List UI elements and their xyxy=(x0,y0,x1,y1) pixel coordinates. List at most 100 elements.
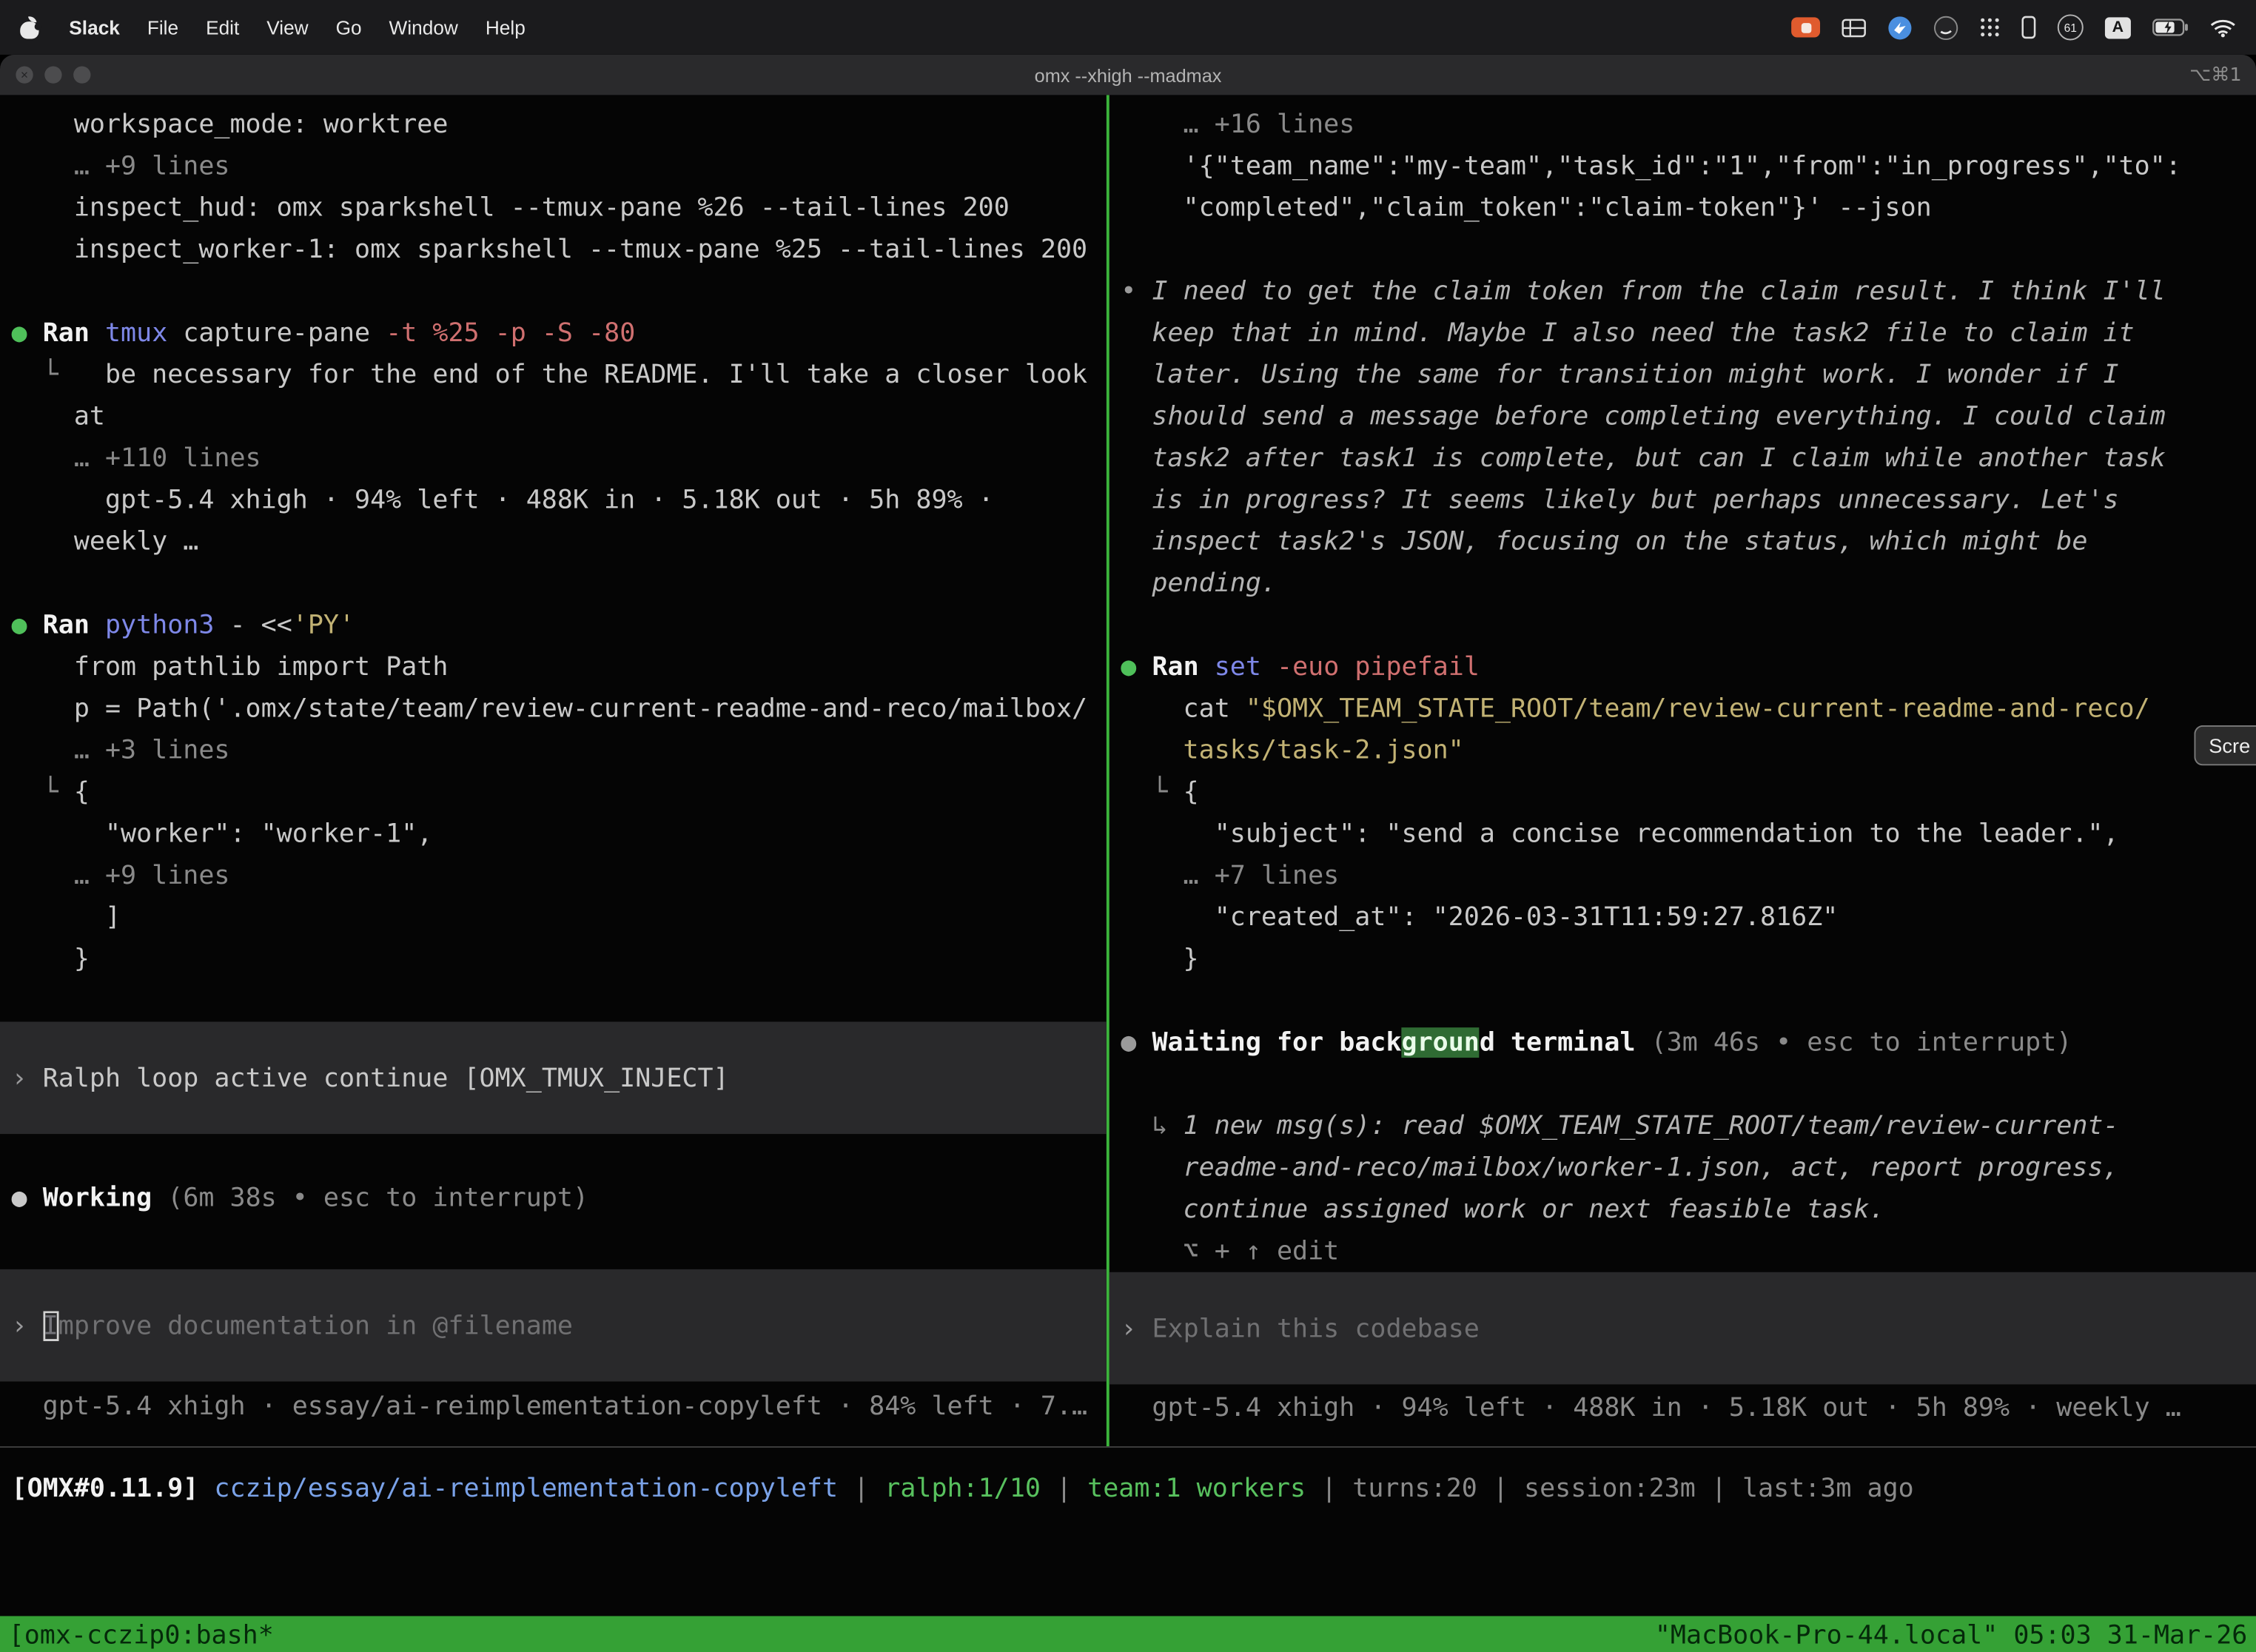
dark-circle-icon[interactable] xyxy=(1934,15,1958,39)
inject-banner-text: › Ralph loop active continue [OMX_TMUX_I… xyxy=(0,1057,1107,1098)
terminal-line: ● Ran tmux capture-pane -t %25 -p -S -80 xyxy=(0,312,1107,354)
terminal-line: … +7 lines xyxy=(1109,855,2256,896)
terminal-line: ] xyxy=(0,896,1107,938)
terminal-line: … +16 lines xyxy=(1109,104,2256,145)
model-status-left: gpt-5.4 xhigh · essay/ai-reimplementatio… xyxy=(0,1386,1107,1427)
battery-icon[interactable] xyxy=(2152,19,2189,36)
composer-left[interactable]: › Improve documentation in @filename xyxy=(0,1269,1107,1382)
terminal-line: ⌥ + ↑ edit xyxy=(1109,1230,2256,1272)
omx-status-area: [OMX#0.11.9] cczip/essay/ai-reimplementa… xyxy=(0,1468,2256,1616)
terminal-line: … +3 lines xyxy=(0,730,1107,771)
text-cursor: I xyxy=(43,1310,58,1340)
composer-prompt-icon: › xyxy=(12,1310,43,1340)
menu-window[interactable]: Window xyxy=(389,16,458,38)
inject-banner: › Ralph loop active continue [OMX_TMUX_I… xyxy=(0,1021,1107,1134)
window-title: omx --xhigh --madmax xyxy=(1035,64,1222,86)
terminal-line: readme-and-reco/mailbox/worker-1.json, a… xyxy=(1109,1147,2256,1189)
terminal-line: '{"team_name":"my-team","task_id":"1","f… xyxy=(1109,145,2256,187)
dots-grid-icon[interactable] xyxy=(1980,17,2000,37)
menu-file[interactable]: File xyxy=(147,16,178,38)
terminal-line xyxy=(0,563,1107,604)
terminal-line: ● Ran set -euo pipefail xyxy=(1109,646,2256,688)
terminal-line: cat "$OMX_TEAM_STATE_ROOT/team/review-cu… xyxy=(1109,688,2256,729)
terminal-line: ● Ran python3 - <<'PY' xyxy=(0,605,1107,646)
terminal-line: "created_at": "2026-03-31T11:59:27.816Z" xyxy=(1109,896,2256,938)
close-button[interactable]: × xyxy=(16,66,33,83)
right-pane-output: … +16 lines '{"team_name":"my-team","tas… xyxy=(1109,95,2256,1272)
terminal-line: "subject": "send a concise recommendatio… xyxy=(1109,813,2256,855)
traffic-lights: × xyxy=(16,66,90,83)
terminal-line: } xyxy=(1109,939,2256,980)
menu-bar-status-icons: 61 A xyxy=(1791,14,2236,40)
menu-help[interactable]: Help xyxy=(486,16,526,38)
menu-bar: Slack File Edit View Go Window Help 61 A xyxy=(0,0,2256,55)
terminal-window: × omx --xhigh --madmax ⌥⌘1 workspace_mod… xyxy=(0,55,2256,1652)
battery-percentage-icon[interactable]: 61 xyxy=(2058,14,2084,40)
tmux-session-label: [omx-cczip0:bash* xyxy=(9,1620,274,1651)
apple-menu-icon[interactable] xyxy=(20,16,41,38)
terminal-line xyxy=(0,271,1107,312)
terminal-line: inspect task2's JSON, focusing on the st… xyxy=(1109,521,2256,563)
terminal-line xyxy=(1109,980,2256,1021)
screen-recording-icon[interactable] xyxy=(1791,17,1820,37)
working-status: ● Working (6m 38s • esc to interrupt) xyxy=(0,1177,1107,1218)
left-pane-output: workspace_mode: worktree … +9 lines insp… xyxy=(0,95,1107,1021)
terminal-line xyxy=(1109,1064,2256,1105)
menu-view[interactable]: View xyxy=(266,16,308,38)
window-grid-icon[interactable] xyxy=(1842,18,1866,36)
menu-edit[interactable]: Edit xyxy=(206,16,239,38)
menu-go[interactable]: Go xyxy=(336,16,362,38)
terminal-line: └ { xyxy=(0,771,1107,813)
terminal-line: └ be necessary for the end of the README… xyxy=(0,354,1107,395)
menu-bar-left: Slack File Edit View Go Window Help xyxy=(20,16,526,38)
terminal-line: should send a message before completing … xyxy=(1109,396,2256,437)
terminal-line: … +9 lines xyxy=(0,145,1107,187)
screen: Slack File Edit View Go Window Help 61 A xyxy=(0,0,2256,1652)
terminal-line: at xyxy=(0,396,1107,437)
tmux-panes: workspace_mode: worktree … +9 lines insp… xyxy=(0,95,2256,1448)
minimize-button[interactable] xyxy=(44,66,61,83)
omx-status-line: [OMX#0.11.9] cczip/essay/ai-reimplementa… xyxy=(0,1468,2256,1509)
blue-circle-icon[interactable] xyxy=(1887,15,1912,39)
tmux-status-bar[interactable]: [omx-cczip0:bash* "MacBook-Pro-44.local"… xyxy=(0,1616,2256,1652)
zoom-button[interactable] xyxy=(73,66,90,83)
terminal-line xyxy=(1109,605,2256,646)
left-terminal-pane[interactable]: workspace_mode: worktree … +9 lines insp… xyxy=(0,95,1107,1446)
title-bar[interactable]: × omx --xhigh --madmax ⌥⌘1 xyxy=(0,55,2256,95)
terminal-line: "completed","claim_token":"claim-token"}… xyxy=(1109,187,2256,229)
window-shortcut-hint: ⌥⌘1 xyxy=(2189,55,2241,95)
screen-overlay-tooltip: Scre xyxy=(2195,725,2256,765)
wifi-icon[interactable] xyxy=(2210,18,2236,36)
composer-right-line: › Explain this codebase xyxy=(1109,1307,2256,1349)
terminal-line: pending. xyxy=(1109,563,2256,604)
terminal-line: inspect_hud: omx sparkshell --tmux-pane … xyxy=(0,187,1107,229)
input-source-icon[interactable]: A xyxy=(2105,16,2131,38)
terminal-line: from pathlib import Path xyxy=(0,646,1107,688)
terminal-line: later. Using the same for transition mig… xyxy=(1109,354,2256,395)
terminal-line xyxy=(1109,229,2256,270)
composer-left-line: › Improve documentation in @filename xyxy=(0,1305,1107,1346)
menu-items: File Edit View Go Window Help xyxy=(147,16,526,38)
terminal-line: task2 after task1 is complete, but can I… xyxy=(1109,437,2256,479)
terminal-line: } xyxy=(0,939,1107,980)
terminal-line: • I need to get the claim token from the… xyxy=(1109,271,2256,312)
terminal-line: "worker": "worker-1", xyxy=(0,813,1107,855)
right-terminal-pane[interactable]: … +16 lines '{"team_name":"my-team","tas… xyxy=(1109,95,2256,1446)
terminal-line: inspect_worker-1: omx sparkshell --tmux-… xyxy=(0,229,1107,270)
terminal-line: workspace_mode: worktree xyxy=(0,104,1107,145)
terminal-line: ↳ 1 new msg(s): read $OMX_TEAM_STATE_ROO… xyxy=(1109,1105,2256,1146)
model-status-right: gpt-5.4 xhigh · 94% left · 488K in · 5.1… xyxy=(1109,1387,2256,1428)
menu-app-name[interactable]: Slack xyxy=(69,16,120,38)
composer-right[interactable]: › Explain this codebase xyxy=(1109,1272,2256,1385)
terminal-line: weekly … xyxy=(0,521,1107,563)
terminal-line: tasks/task-2.json" xyxy=(1109,730,2256,771)
composer-placeholder: mprove documentation in @filename xyxy=(58,1310,573,1340)
terminal-line: … +9 lines xyxy=(0,855,1107,896)
terminal-line: continue assigned work or next feasible … xyxy=(1109,1189,2256,1230)
phone-icon[interactable] xyxy=(2021,16,2035,38)
tmux-host-time: "MacBook-Pro-44.local" 05:03 31-Mar-26 xyxy=(1655,1620,2248,1651)
terminal-line: └ { xyxy=(1109,771,2256,813)
terminal-line: ● Waiting for background terminal (3m 46… xyxy=(1109,1021,2256,1063)
terminal-line: p = Path('.omx/state/team/review-current… xyxy=(0,688,1107,729)
terminal-line: … +110 lines xyxy=(0,437,1107,479)
